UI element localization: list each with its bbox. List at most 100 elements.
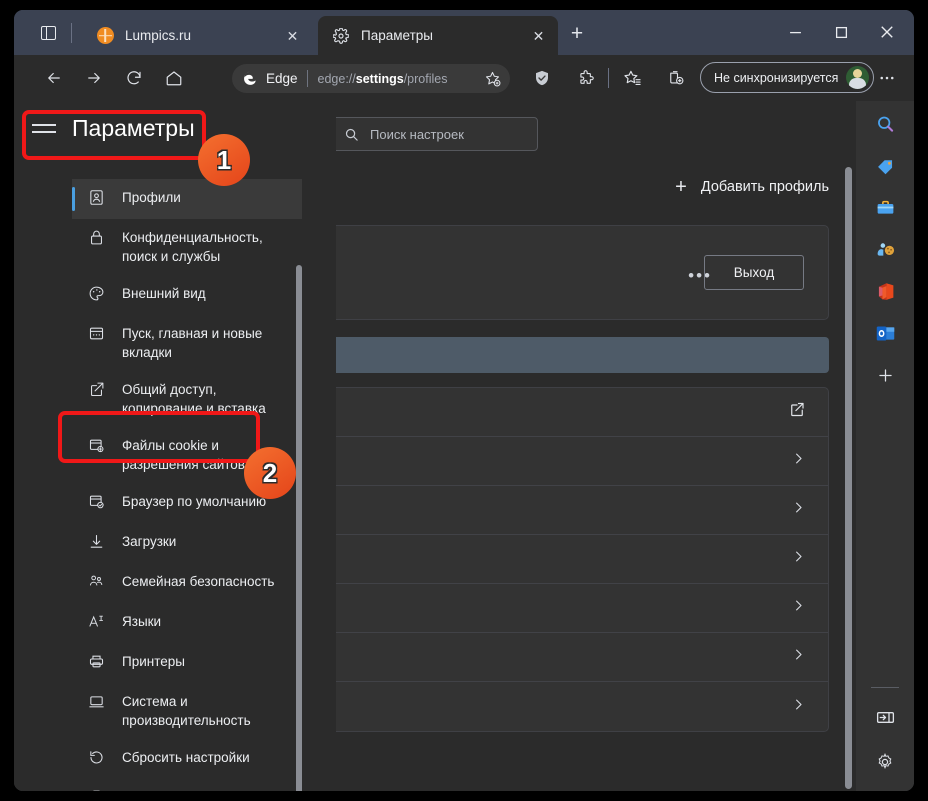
window-icon — [86, 324, 106, 342]
favorites-icon[interactable] — [616, 62, 648, 94]
home-button[interactable] — [158, 62, 190, 94]
palette-icon — [86, 284, 106, 302]
tab-lumpics[interactable]: Lumpics.ru ✕ — [82, 16, 312, 55]
reset-icon — [86, 748, 106, 766]
download-icon — [86, 532, 106, 550]
search-placeholder: Поиск настроек — [370, 126, 464, 142]
printer-icon — [86, 652, 106, 670]
language-icon — [86, 612, 106, 630]
edge-logo-icon — [243, 70, 260, 87]
add-favorite-icon[interactable] — [484, 70, 501, 87]
address-bar[interactable]: Edge edge://settings/profiles — [232, 64, 510, 93]
search-icon[interactable] — [869, 108, 901, 140]
default-browser-icon — [86, 492, 106, 510]
sidebar-item-downloads[interactable]: Загрузки — [72, 523, 302, 563]
share-icon — [86, 380, 106, 398]
sidebar-item-label: Внешний вид — [122, 286, 206, 301]
tab-title: Lumpics.ru — [125, 28, 192, 43]
add-profile-label: Добавить профиль — [700, 179, 829, 195]
browser-window: Lumpics.ru ✕ Параметры ✕ + Edge edge://s… — [14, 10, 914, 791]
sidebar-item-label: Профили — [122, 190, 181, 205]
url-bold-segment: settings — [355, 71, 404, 86]
chevron-right-icon — [791, 549, 806, 569]
window-controls — [772, 13, 910, 51]
sync-status-button[interactable]: Не синхронизируется — [700, 62, 875, 93]
omnibox-divider — [306, 70, 308, 87]
settings-search: Поиск настроек — [330, 117, 538, 151]
shield-icon[interactable] — [526, 62, 558, 94]
tab-parameters[interactable]: Параметры ✕ — [318, 16, 558, 55]
sidebar-item-printers[interactable]: Принтеры — [72, 643, 302, 683]
sidebar-item-label: Семейная безопасность — [122, 574, 275, 589]
sidebar-item-label: Система и производительность — [122, 694, 251, 728]
rail-divider — [871, 687, 899, 688]
collapse-panel-icon[interactable] — [869, 701, 901, 733]
search-input[interactable]: Поиск настроек — [330, 117, 538, 151]
sidebar-item-profiles[interactable]: Профили — [72, 179, 302, 219]
lumpics-icon — [96, 27, 114, 45]
forward-button[interactable] — [78, 62, 110, 94]
sidebar-scrollbar[interactable] — [296, 265, 302, 791]
back-button[interactable] — [38, 62, 70, 94]
sidebar-item-reset-settings[interactable]: Сбросить настройки — [72, 739, 302, 779]
tab-divider — [71, 23, 72, 43]
sidebar-item-phone-other-devices[interactable]: Телефон и другие устройства — [72, 779, 302, 791]
sidebar-item-share-copy-paste[interactable]: Общий доступ, копирование и вставка — [72, 371, 302, 427]
page-scrollbar[interactable] — [845, 167, 852, 789]
collections-icon[interactable] — [660, 62, 692, 94]
new-tab-button[interactable]: + — [564, 22, 590, 48]
chevron-right-icon — [791, 697, 806, 717]
shopping-tag-icon[interactable] — [869, 149, 901, 181]
maximize-button[interactable] — [818, 13, 864, 51]
sidebar-item-languages[interactable]: Языки — [72, 603, 302, 643]
lock-icon — [86, 228, 106, 246]
url-prefix: edge:// — [317, 71, 356, 86]
minimize-button[interactable] — [772, 13, 818, 51]
annotation-badge-1: 1 — [198, 134, 250, 186]
sidebar-item-appearance[interactable]: Внешний вид — [72, 275, 302, 315]
office-icon[interactable] — [869, 275, 901, 307]
close-button[interactable] — [864, 13, 910, 51]
toolbar-divider — [608, 68, 609, 88]
sidebar-item-label: Загрузки — [122, 534, 177, 549]
browser-toolbar: Edge edge://settings/profiles Не синхрон… — [14, 55, 914, 101]
sidebar-item-label: Пуск, главная и новые вкладки — [122, 326, 263, 360]
tab-close-button[interactable]: ✕ — [283, 26, 302, 45]
url-text: edge://settings/profiles — [318, 72, 448, 86]
more-options-icon[interactable] — [871, 62, 903, 94]
sidebar-item-label: Языки — [122, 614, 162, 629]
chevron-right-icon — [791, 598, 806, 618]
phone-icon — [86, 788, 106, 791]
sync-status-label: Не синхронизируется — [714, 70, 839, 85]
sidebar-item-system-performance[interactable]: Система и производительность — [72, 683, 302, 739]
tab-strip: Lumpics.ru ✕ Параметры ✕ + — [14, 10, 914, 55]
add-icon[interactable] — [869, 359, 901, 391]
refresh-button[interactable] — [118, 62, 150, 94]
sidebar-item-start-home-newtabs[interactable]: Пуск, главная и новые вкладки — [72, 315, 302, 371]
search-icon — [344, 127, 359, 142]
exit-button[interactable]: Выход — [704, 255, 804, 290]
edge-sidebar-rail — [856, 101, 914, 791]
external-link-icon — [788, 401, 806, 424]
gear-icon — [332, 27, 350, 45]
tab-close-button[interactable]: ✕ — [529, 26, 548, 45]
sidebar-item-label: Принтеры — [122, 654, 185, 669]
laptop-icon — [86, 692, 106, 710]
sidebar-settings-gear-icon[interactable] — [869, 746, 901, 778]
sidebar-item-label: Общий доступ, копирование и вставка — [122, 382, 266, 416]
edge-brand-label: Edge — [266, 71, 298, 86]
family-icon — [86, 572, 106, 590]
add-profile-button[interactable]: + Добавить профиль — [675, 177, 829, 197]
sidebar-item-label: Телефон и другие устройства — [122, 788, 290, 791]
annotation-badge-2: 2 — [244, 447, 296, 499]
hamburger-icon[interactable] — [32, 119, 58, 139]
extensions-icon[interactable] — [570, 62, 602, 94]
page-viewport: Поиск настроек + Добавить профиль ••• Вы… — [14, 101, 914, 791]
sidebar-item-family-safety[interactable]: Семейная безопасность — [72, 563, 302, 603]
sidebar-item-privacy[interactable]: Конфиденциальность, поиск и службы — [72, 219, 302, 275]
outlook-icon[interactable] — [869, 317, 901, 349]
games-icon[interactable] — [869, 233, 901, 265]
tools-icon[interactable] — [869, 191, 901, 223]
settings-sidebar: Параметры Профили Конфиденциальность, по… — [14, 101, 336, 791]
tab-sidebar-toggle-icon[interactable] — [36, 21, 60, 45]
